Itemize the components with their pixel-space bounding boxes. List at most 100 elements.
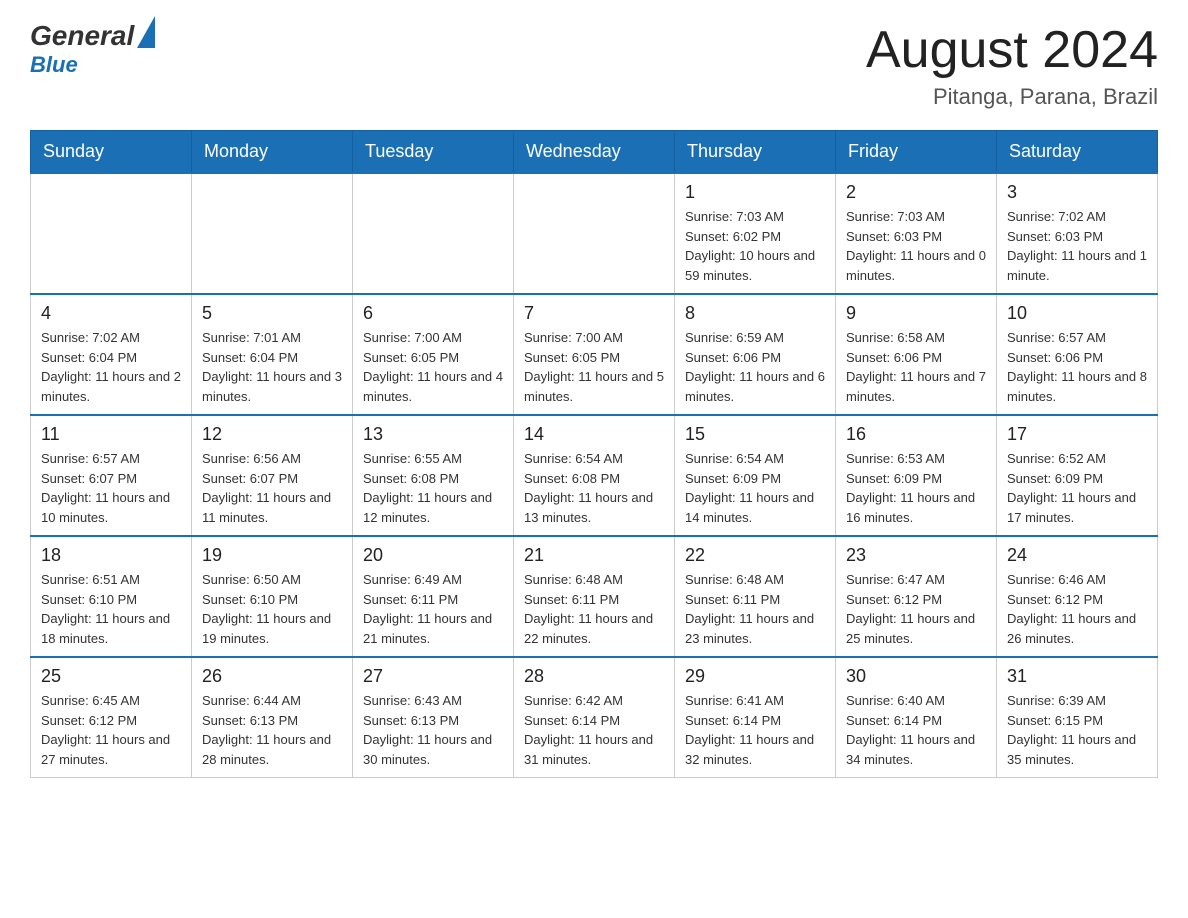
day-info: Sunrise: 7:00 AMSunset: 6:05 PMDaylight:…	[524, 328, 664, 406]
day-info: Sunrise: 6:57 AMSunset: 6:07 PMDaylight:…	[41, 449, 181, 527]
day-number: 12	[202, 424, 342, 445]
header-sunday: Sunday	[31, 131, 192, 174]
calendar-cell: 18Sunrise: 6:51 AMSunset: 6:10 PMDayligh…	[31, 536, 192, 657]
day-number: 9	[846, 303, 986, 324]
calendar-cell: 20 Sunrise: 6:49 AMSunset: 6:11 PMDayligh…	[353, 536, 514, 657]
header-tuesday: Tuesday	[353, 131, 514, 174]
day-info: Sunrise: 6:48 AMSunset: 6:11 PMDaylight:…	[524, 570, 664, 648]
calendar-cell	[31, 173, 192, 294]
calendar-cell	[353, 173, 514, 294]
day-number: 17	[1007, 424, 1147, 445]
week-row-2: 4 Sunrise: 7:02 AMSunset: 6:04 PMDaylight…	[31, 294, 1158, 415]
calendar-cell: 25 Sunrise: 6:45 AMSunset: 6:12 PMDayligh…	[31, 657, 192, 778]
day-info: Sunrise: 6:47 AMSunset: 6:12 PMDaylight:…	[846, 570, 986, 648]
calendar-cell: 23Sunrise: 6:47 AMSunset: 6:12 PMDayligh…	[836, 536, 997, 657]
day-info: Sunrise: 6:39 AMSunset: 6:15 PMDaylight:…	[1007, 691, 1147, 769]
calendar-cell: 10 Sunrise: 6:57 AMSunset: 6:06 PMDayligh…	[997, 294, 1158, 415]
day-number: 26	[202, 666, 342, 687]
week-row-5: 25 Sunrise: 6:45 AMSunset: 6:12 PMDayligh…	[31, 657, 1158, 778]
header-thursday: Thursday	[675, 131, 836, 174]
day-info: Sunrise: 7:03 AMSunset: 6:03 PMDaylight:…	[846, 207, 986, 285]
day-info: Sunrise: 6:52 AMSunset: 6:09 PMDaylight:…	[1007, 449, 1147, 527]
day-number: 28	[524, 666, 664, 687]
calendar-cell: 21Sunrise: 6:48 AMSunset: 6:11 PMDayligh…	[514, 536, 675, 657]
title-area: August 2024 Pitanga, Parana, Brazil	[866, 20, 1158, 110]
calendar-cell: 28 Sunrise: 6:42 AMSunset: 6:14 PMDayligh…	[514, 657, 675, 778]
day-number: 30	[846, 666, 986, 687]
week-row-1: 1Sunrise: 7:03 AMSunset: 6:02 PMDaylight…	[31, 173, 1158, 294]
calendar-cell: 15 Sunrise: 6:54 AMSunset: 6:09 PMDayligh…	[675, 415, 836, 536]
calendar-cell: 26Sunrise: 6:44 AMSunset: 6:13 PMDayligh…	[192, 657, 353, 778]
day-number: 31	[1007, 666, 1147, 687]
day-number: 14	[524, 424, 664, 445]
day-info: Sunrise: 7:00 AMSunset: 6:05 PMDaylight:…	[363, 328, 503, 406]
calendar-cell: 6 Sunrise: 7:00 AMSunset: 6:05 PMDaylight…	[353, 294, 514, 415]
calendar-cell: 24 Sunrise: 6:46 AMSunset: 6:12 PMDayligh…	[997, 536, 1158, 657]
header-saturday: Saturday	[997, 131, 1158, 174]
day-number: 24	[1007, 545, 1147, 566]
day-info: Sunrise: 6:53 AMSunset: 6:09 PMDaylight:…	[846, 449, 986, 527]
day-number: 13	[363, 424, 503, 445]
calendar-cell: 11 Sunrise: 6:57 AMSunset: 6:07 PMDayligh…	[31, 415, 192, 536]
week-row-4: 18Sunrise: 6:51 AMSunset: 6:10 PMDayligh…	[31, 536, 1158, 657]
day-number: 5	[202, 303, 342, 324]
day-info: Sunrise: 6:45 AMSunset: 6:12 PMDaylight:…	[41, 691, 181, 769]
logo-general-text: General	[30, 20, 134, 52]
calendar-header-row: SundayMondayTuesdayWednesdayThursdayFrid…	[31, 131, 1158, 174]
day-number: 16	[846, 424, 986, 445]
day-info: Sunrise: 7:01 AMSunset: 6:04 PMDaylight:…	[202, 328, 342, 406]
day-info: Sunrise: 6:42 AMSunset: 6:14 PMDaylight:…	[524, 691, 664, 769]
day-info: Sunrise: 6:55 AMSunset: 6:08 PMDaylight:…	[363, 449, 503, 527]
day-number: 29	[685, 666, 825, 687]
header-wednesday: Wednesday	[514, 131, 675, 174]
day-number: 10	[1007, 303, 1147, 324]
calendar-cell: 30 Sunrise: 6:40 AMSunset: 6:14 PMDayligh…	[836, 657, 997, 778]
calendar-cell: 4 Sunrise: 7:02 AMSunset: 6:04 PMDaylight…	[31, 294, 192, 415]
day-info: Sunrise: 6:54 AMSunset: 6:09 PMDaylight:…	[685, 449, 825, 527]
calendar-cell: 17 Sunrise: 6:52 AMSunset: 6:09 PMDayligh…	[997, 415, 1158, 536]
calendar-cell: 12 Sunrise: 6:56 AMSunset: 6:07 PMDayligh…	[192, 415, 353, 536]
day-number: 25	[41, 666, 181, 687]
calendar-cell: 22 Sunrise: 6:48 AMSunset: 6:11 PMDayligh…	[675, 536, 836, 657]
calendar-cell: 3Sunrise: 7:02 AMSunset: 6:03 PMDaylight…	[997, 173, 1158, 294]
calendar-cell: 5 Sunrise: 7:01 AMSunset: 6:04 PMDaylight…	[192, 294, 353, 415]
calendar-cell: 9 Sunrise: 6:58 AMSunset: 6:06 PMDaylight…	[836, 294, 997, 415]
day-number: 7	[524, 303, 664, 324]
day-number: 15	[685, 424, 825, 445]
day-info: Sunrise: 6:51 AMSunset: 6:10 PMDaylight:…	[41, 570, 181, 648]
day-number: 27	[363, 666, 503, 687]
day-info: Sunrise: 6:57 AMSunset: 6:06 PMDaylight:…	[1007, 328, 1147, 406]
calendar-cell	[192, 173, 353, 294]
day-number: 2	[846, 182, 986, 203]
week-row-3: 11 Sunrise: 6:57 AMSunset: 6:07 PMDayligh…	[31, 415, 1158, 536]
day-info: Sunrise: 7:02 AMSunset: 6:04 PMDaylight:…	[41, 328, 181, 406]
calendar-cell: 27Sunrise: 6:43 AMSunset: 6:13 PMDayligh…	[353, 657, 514, 778]
day-number: 6	[363, 303, 503, 324]
day-info: Sunrise: 6:46 AMSunset: 6:12 PMDaylight:…	[1007, 570, 1147, 648]
calendar-table: SundayMondayTuesdayWednesdayThursdayFrid…	[30, 130, 1158, 778]
day-number: 4	[41, 303, 181, 324]
day-number: 19	[202, 545, 342, 566]
month-title: August 2024	[866, 20, 1158, 80]
day-info: Sunrise: 6:49 AMSunset: 6:11 PMDaylight:…	[363, 570, 503, 648]
calendar-cell: 1Sunrise: 7:03 AMSunset: 6:02 PMDaylight…	[675, 173, 836, 294]
day-number: 20	[363, 545, 503, 566]
day-info: Sunrise: 6:41 AMSunset: 6:14 PMDaylight:…	[685, 691, 825, 769]
day-info: Sunrise: 6:58 AMSunset: 6:06 PMDaylight:…	[846, 328, 986, 406]
logo-blue-text: Blue	[30, 52, 78, 77]
day-number: 11	[41, 424, 181, 445]
header-monday: Monday	[192, 131, 353, 174]
day-info: Sunrise: 6:48 AMSunset: 6:11 PMDaylight:…	[685, 570, 825, 648]
day-number: 22	[685, 545, 825, 566]
calendar-cell: 29 Sunrise: 6:41 AMSunset: 6:14 PMDayligh…	[675, 657, 836, 778]
logo: General Blue	[30, 20, 155, 78]
calendar-cell: 14Sunrise: 6:54 AMSunset: 6:08 PMDayligh…	[514, 415, 675, 536]
calendar-cell: 19Sunrise: 6:50 AMSunset: 6:10 PMDayligh…	[192, 536, 353, 657]
day-info: Sunrise: 6:56 AMSunset: 6:07 PMDaylight:…	[202, 449, 342, 527]
day-number: 1	[685, 182, 825, 203]
day-info: Sunrise: 7:02 AMSunset: 6:03 PMDaylight:…	[1007, 207, 1147, 285]
day-info: Sunrise: 6:40 AMSunset: 6:14 PMDaylight:…	[846, 691, 986, 769]
page-header: General Blue August 2024 Pitanga, Parana…	[30, 20, 1158, 110]
logo-triangle-icon	[137, 16, 155, 48]
header-friday: Friday	[836, 131, 997, 174]
